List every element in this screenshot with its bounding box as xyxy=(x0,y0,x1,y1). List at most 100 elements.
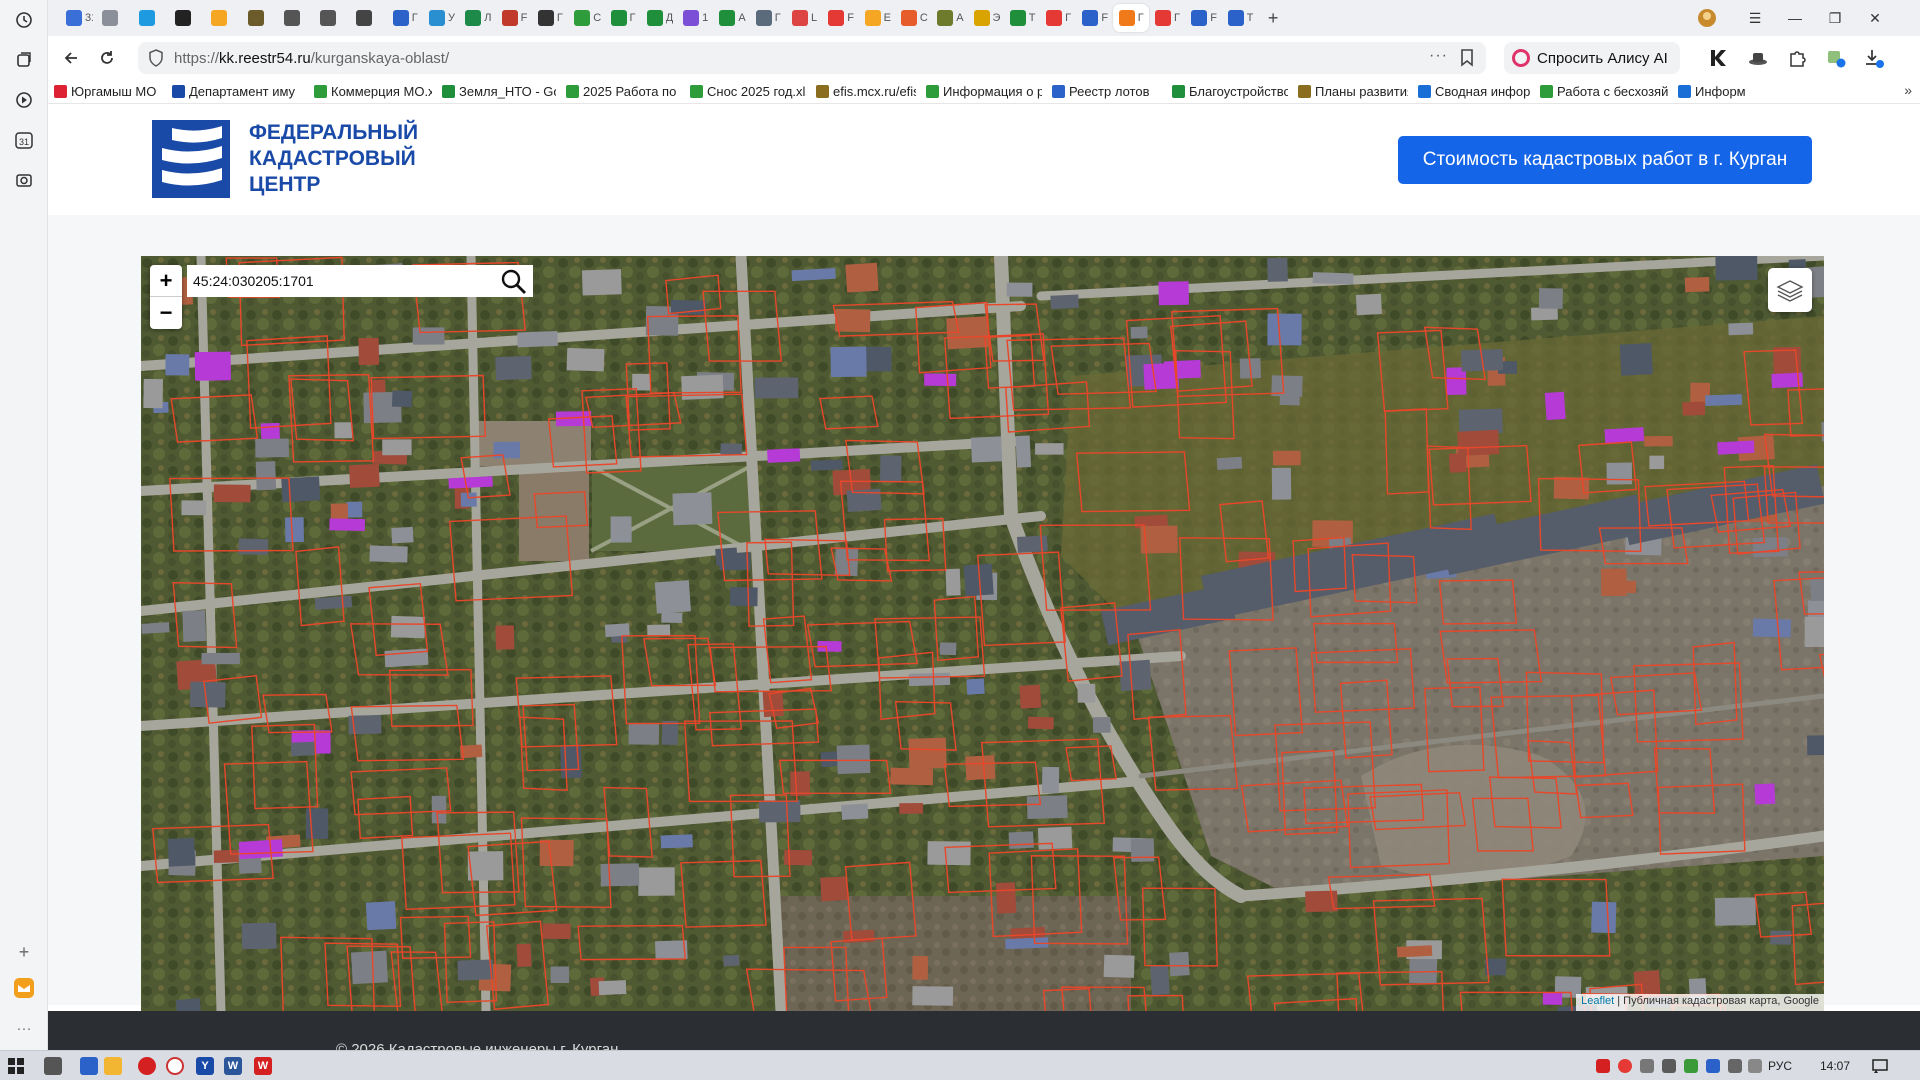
browser-tab[interactable]: Г xyxy=(1040,4,1076,32)
browser-tab[interactable]: Г xyxy=(750,4,786,32)
bookmark-item[interactable]: Снос 2025 год.xls xyxy=(690,84,806,99)
reload-icon[interactable] xyxy=(94,45,120,71)
tray-kaspersky-icon[interactable] xyxy=(1684,1059,1698,1073)
bookmark-item[interactable]: Земля_НТО - Goo xyxy=(442,84,556,99)
browser-tab[interactable]: Г xyxy=(1149,4,1185,32)
url-text[interactable]: https://kk.reestr54.ru/kurganskaya-oblas… xyxy=(174,50,449,67)
browser-tab[interactable]: Д xyxy=(641,4,677,32)
screenshot-icon[interactable] xyxy=(10,166,38,194)
cadastral-number-input[interactable] xyxy=(187,265,487,297)
restore-icon[interactable]: ❐ xyxy=(1822,6,1848,30)
browser-tab[interactable] xyxy=(96,4,132,32)
browser-tab[interactable]: Г xyxy=(605,4,641,32)
browser-tab[interactable] xyxy=(278,4,314,32)
browser-tab[interactable] xyxy=(242,4,278,32)
satellite-imagery[interactable] xyxy=(141,256,1824,1011)
address-bar[interactable]: https://kk.reestr54.ru/kurganskaya-oblas… xyxy=(138,42,1486,74)
tray-language[interactable]: РУС xyxy=(1768,1059,1792,1073)
task-view-icon[interactable] xyxy=(44,1057,62,1075)
yandex-browser-taskbar-icon[interactable]: Y xyxy=(196,1057,214,1075)
close-icon[interactable]: ✕ xyxy=(1862,6,1888,30)
browser-tab[interactable]: С xyxy=(568,4,604,32)
browser-tab[interactable]: Е xyxy=(859,4,895,32)
cadastral-map[interactable]: + − Leaflet | Публичная кадастровая карт… xyxy=(141,256,1824,1011)
cadastral-price-button[interactable]: Стоимость кадастровых работ в г. Курган xyxy=(1398,136,1812,184)
bookmark-item[interactable]: Информация о ра xyxy=(926,84,1042,99)
bookmark-item[interactable]: Департамент иму xyxy=(172,84,304,99)
browser-tab[interactable]: У xyxy=(423,4,459,32)
browser-tab[interactable] xyxy=(350,4,386,32)
new-tab-button[interactable]: + xyxy=(1262,4,1298,32)
browser-tab[interactable] xyxy=(133,4,169,32)
c-app-icon[interactable] xyxy=(166,1057,184,1075)
browser-tab[interactable]: А xyxy=(931,4,967,32)
leaflet-link[interactable]: Leaflet xyxy=(1581,995,1614,1007)
browser-tab[interactable] xyxy=(314,4,350,32)
browser-tab[interactable]: Т xyxy=(1004,4,1040,32)
page-actions-icon[interactable]: ··· xyxy=(1429,47,1448,65)
add-panel-icon[interactable]: + xyxy=(10,938,38,966)
collections-icon[interactable] xyxy=(10,46,38,74)
browser-tab[interactable]: L xyxy=(786,4,822,32)
word-icon[interactable]: W xyxy=(224,1057,242,1075)
wps-icon[interactable]: W xyxy=(254,1057,272,1075)
menu-icon[interactable]: ☰ xyxy=(1742,6,1768,30)
browser-tab[interactable]: 1 xyxy=(677,4,713,32)
bookmark-item[interactable]: Юргамыш МО xyxy=(54,84,162,99)
browser-tab[interactable]: Г xyxy=(532,4,568,32)
site-security-icon[interactable] xyxy=(148,49,164,67)
bookmark-item[interactable]: Информ xyxy=(1678,84,1748,99)
bookmark-item[interactable]: Благоустройство xyxy=(1172,84,1288,99)
browser-tab[interactable]: F xyxy=(822,4,858,32)
video-icon[interactable] xyxy=(10,86,38,114)
bookmark-item[interactable]: Коммерция МО.х xyxy=(314,84,432,99)
browser-tab[interactable]: С xyxy=(895,4,931,32)
tray-display-icon[interactable] xyxy=(1728,1059,1742,1073)
zoom-out-button[interactable]: − xyxy=(150,297,182,329)
calendar-icon[interactable]: 31 xyxy=(10,126,38,154)
browser-tab[interactable]: Э xyxy=(968,4,1004,32)
browser-tab[interactable]: А xyxy=(713,4,749,32)
tray-security-icon[interactable] xyxy=(1662,1059,1676,1073)
logo-text[interactable]: ФЕДЕРАЛЬНЫЙ КАДАСТРОВЫЙ ЦЕНТР xyxy=(249,120,449,198)
extension-puzzle-icon[interactable] xyxy=(1788,48,1808,68)
back-icon[interactable] xyxy=(58,45,84,71)
extension-k-icon[interactable] xyxy=(1708,48,1728,68)
downloads-icon[interactable] xyxy=(1864,48,1884,68)
more-icon[interactable]: ··· xyxy=(10,1014,38,1042)
save-app-icon[interactable] xyxy=(80,1057,98,1075)
browser-tab[interactable]: Т xyxy=(1222,4,1258,32)
extension-sync-icon[interactable] xyxy=(1826,48,1846,68)
bookmark-item[interactable]: 2025 Работа по пр xyxy=(566,84,680,99)
browser-tab[interactable] xyxy=(205,4,241,32)
browser-tab[interactable]: Г xyxy=(387,4,423,32)
browser-tab[interactable]: F xyxy=(496,4,532,32)
opera-icon[interactable] xyxy=(138,1057,156,1075)
tray-app-icon[interactable] xyxy=(1596,1059,1610,1073)
bookmark-item[interactable]: Сводная информ xyxy=(1418,84,1530,99)
file-explorer-icon[interactable] xyxy=(104,1057,122,1075)
browser-tab[interactable]: 31 xyxy=(60,4,96,32)
profile-avatar-icon[interactable] xyxy=(1694,6,1720,30)
browser-tab[interactable]: F xyxy=(1185,4,1221,32)
search-icon[interactable] xyxy=(499,267,529,295)
tray-network-icon[interactable] xyxy=(1640,1059,1654,1073)
tray-yandex-icon[interactable] xyxy=(1618,1059,1632,1073)
extension-hat-icon[interactable] xyxy=(1748,48,1768,68)
tray-bluetooth-icon[interactable] xyxy=(1706,1059,1720,1073)
browser-tab[interactable]: Л xyxy=(459,4,495,32)
logo-icon[interactable] xyxy=(152,120,230,198)
browser-tab[interactable]: F xyxy=(1076,4,1112,32)
bookmark-item[interactable]: Планы развития xyxy=(1298,84,1408,99)
ask-alice-button[interactable]: Спросить Алису AI xyxy=(1504,42,1680,74)
browser-tab[interactable]: Г xyxy=(1112,4,1149,32)
bookmark-icon[interactable] xyxy=(1460,49,1474,67)
layers-button[interactable] xyxy=(1768,268,1812,312)
bookmark-item[interactable]: Работа с бесхозяй xyxy=(1540,84,1668,99)
tray-volume-icon[interactable] xyxy=(1748,1059,1762,1073)
minimize-icon[interactable]: — xyxy=(1782,6,1808,30)
zoom-in-button[interactable]: + xyxy=(150,265,182,297)
windows-start-icon[interactable] xyxy=(8,1058,24,1074)
mail-icon[interactable] xyxy=(10,974,38,1002)
browser-tab[interactable] xyxy=(169,4,205,32)
